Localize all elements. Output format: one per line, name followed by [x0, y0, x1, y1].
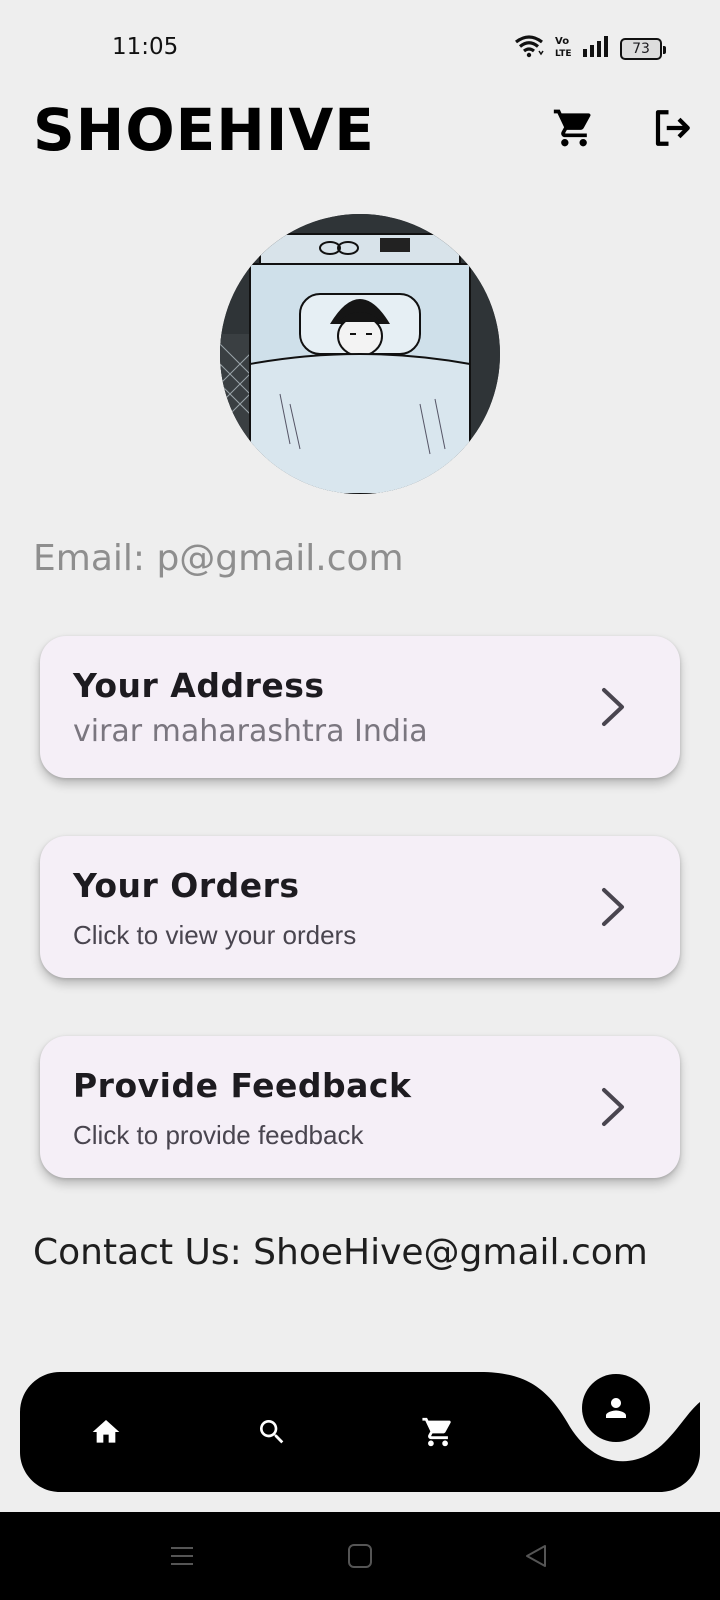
card-subtitle: Click to provide feedback: [73, 1120, 364, 1150]
wifi-icon: [514, 34, 544, 63]
home-icon: [92, 1420, 120, 1443]
chevron-right-icon: [602, 688, 624, 726]
nav-cart[interactable]: [416, 1410, 460, 1454]
cart-icon: [553, 109, 591, 147]
nav-profile[interactable]: [582, 1374, 650, 1442]
recents-button[interactable]: [164, 1538, 200, 1574]
battery-level: 73: [632, 40, 650, 57]
logout-icon: [655, 110, 690, 146]
status-icons: Vo LTE 73: [514, 34, 666, 63]
system-navigation-bar: [0, 1512, 720, 1600]
card-title: Provide Feedback: [73, 1066, 412, 1105]
header-cart-button[interactable]: [550, 104, 598, 152]
square-icon: [348, 1544, 372, 1568]
svg-text:LTE: LTE: [555, 49, 572, 58]
card-title: Your Address: [73, 666, 325, 705]
battery-icon: 73: [620, 37, 666, 60]
chevron-right-icon: [602, 1088, 624, 1126]
chevron-right-icon: [602, 888, 624, 926]
card-title: Your Orders: [73, 866, 300, 905]
card-subtitle: Click to view your orders: [73, 920, 357, 950]
profile-avatar: [220, 214, 500, 494]
back-button[interactable]: [518, 1538, 554, 1574]
app-title: SHOEHIVE: [33, 96, 375, 164]
signal-icon: [582, 35, 610, 62]
card-subtitle: virar maharashtra India: [73, 714, 428, 749]
orders-card[interactable]: Your Orders Click to view your orders: [40, 836, 680, 978]
home-button[interactable]: [342, 1538, 378, 1574]
status-time: 11:05: [112, 34, 179, 60]
svg-text:Vo: Vo: [555, 36, 569, 47]
avatar-image: [220, 214, 500, 494]
back-triangle-icon: [526, 1545, 546, 1567]
logout-button[interactable]: [648, 104, 696, 152]
cart-icon: [422, 1417, 451, 1447]
bottom-navigation-bar: [20, 1372, 700, 1492]
status-bar: 11:05 Vo LTE 73: [0, 0, 720, 96]
profile-email: Email: p@gmail.com: [33, 538, 404, 579]
search-icon: [260, 1420, 284, 1444]
contact-text: Contact Us: ShoeHive@gmail.com: [33, 1232, 648, 1273]
volte-icon: Vo LTE: [554, 34, 572, 63]
person-icon: [606, 1398, 626, 1418]
menu-icon: [171, 1547, 193, 1565]
nav-search[interactable]: [250, 1410, 294, 1454]
feedback-card[interactable]: Provide Feedback Click to provide feedba…: [40, 1036, 680, 1178]
address-card[interactable]: Your Address virar maharashtra India: [40, 636, 680, 778]
nav-home[interactable]: [84, 1410, 128, 1454]
